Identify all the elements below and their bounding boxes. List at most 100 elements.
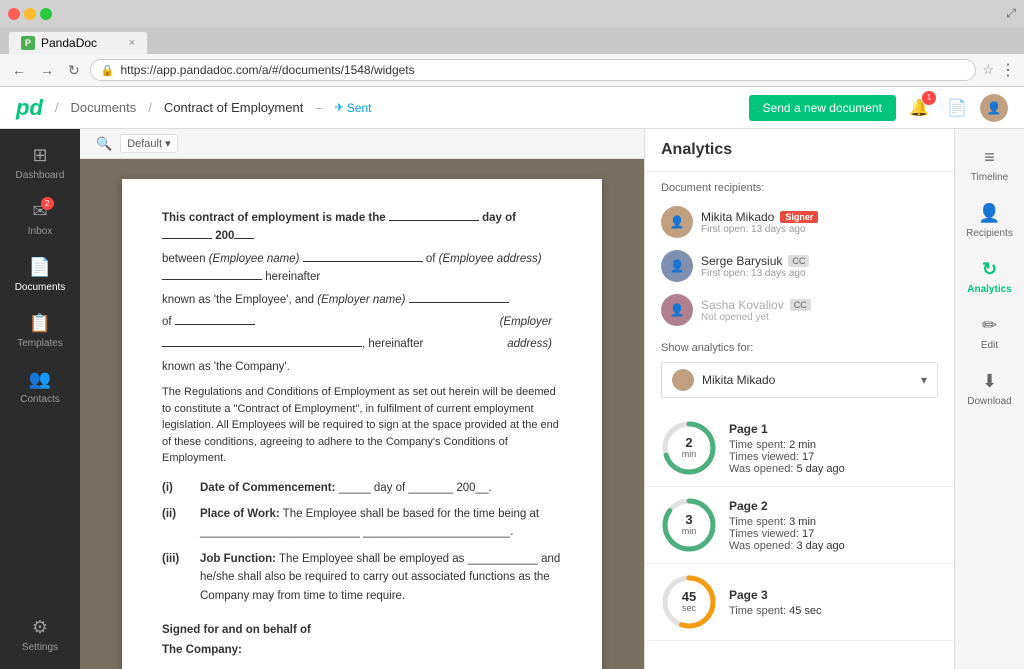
show-analytics-label: Show analytics for: [645,332,954,358]
page-card-2: 3 min Page 2 Time spent: 3 min Times vie… [645,487,954,564]
maximize-dot[interactable] [40,8,52,20]
analytics-title: Analytics [645,129,954,172]
sidebar-contacts-label: Contacts [20,394,59,405]
notification-wrapper: 🔔 1 [904,93,934,123]
recipients-icon: 👤 [978,203,1000,224]
timeline-icon: ≡ [984,147,995,168]
analytics-icon: ↻ [982,259,997,280]
page-card-1: 2 min Page 1 Time spent: 2 min Times vie… [645,410,954,487]
url-bar[interactable]: 🔒 https://app.pandadoc.com/a/#/documents… [90,59,977,81]
page-1-time-spent: Time spent: 2 min [729,439,938,451]
zoom-dropdown[interactable]: Default ▾ [120,134,177,153]
app-logo: pd [16,95,43,121]
page-1-value: 2 min [682,436,697,460]
notification-count-badge: 1 [922,91,936,105]
page-2-name: Page 2 [729,499,938,513]
sidebar-item-contacts[interactable]: 👥 Contacts [0,361,80,413]
sent-status-badge[interactable]: Sent [335,101,372,115]
recipient-avatar-2: 👤 [661,250,693,282]
recipient-item-3: 👤 Sasha Kovaliov CC Not opened yet [645,288,954,332]
download-icon: ⬇ [982,371,997,392]
contract-employee-text: known as 'the Employee', and (Employer n… [162,291,562,309]
active-tab[interactable]: P PandaDoc × [8,31,148,54]
document-toolbar: 🔍 Default ▾ [80,129,644,159]
forward-button[interactable]: → [36,60,58,80]
right-sidebar-item-analytics[interactable]: ↻ Analytics [955,249,1024,305]
dropdown-selected-user: Mikita Mikado [702,373,913,387]
breadcrumb-documents-link[interactable]: Documents [71,100,137,115]
section-i-content: _____ day of _______ 200__. [339,482,492,494]
document-page: This contract of employment is made the … [122,179,602,669]
page-3-info: Page 3 Time spent: 45 sec [729,588,938,617]
page-3-name: Page 3 [729,588,938,602]
document-content-area: This contract of employment is made the … [80,159,644,669]
fullscreen-icon[interactable]: ⤢ [1006,6,1016,21]
breadcrumb-sep3: – [315,100,322,115]
breadcrumb-current-doc: Contract of Employment [164,100,303,115]
contract-between-text: between (Employee name) of (Employee add… [162,250,562,287]
recipient-info-1: Mikita Mikado Signer First open: 13 days… [701,210,938,235]
recipient-item-1: 👤 Mikita Mikado Signer First open: 13 da… [645,200,954,244]
reload-button[interactable]: ↻ [64,60,84,81]
document-icon-button[interactable]: 📄 [942,93,972,123]
sidebar-item-settings[interactable]: ⚙ Settings [0,609,80,661]
sidebar-templates-label: Templates [17,338,63,349]
sidebar-item-templates[interactable]: 📋 Templates [0,305,80,357]
contract-company-text: known as 'the Company'. [162,358,562,376]
tab-close-button[interactable]: × [129,37,135,49]
sidebar-item-documents[interactable]: 📄 Documents [0,249,80,301]
sidebar-item-inbox[interactable]: ✉ 2 Inbox [0,193,80,245]
analytics-user-dropdown[interactable]: Mikita Mikado ▾ [661,362,938,398]
recipient-name-1: Mikita Mikado Signer [701,210,938,224]
recipient-sub-3: Not opened yet [701,312,938,323]
sidebar-dashboard-label: Dashboard [16,170,65,181]
right-sidebar-item-recipients[interactable]: 👤 Recipients [955,193,1024,249]
recipient-info-2: Serge Barysiuk CC First open: 13 days ag… [701,254,938,279]
templates-icon: 📋 [29,313,51,334]
breadcrumb-sep1: / [55,100,59,115]
sidebar-inbox-label: Inbox [28,226,52,237]
page-2-time-spent: Time spent: 3 min [729,516,938,528]
breadcrumb-sep2: / [148,100,152,115]
contract-regulations-text: The Regulations and Conditions of Employ… [162,384,562,467]
analytics-panel: Analytics Document recipients: 👤 Mikita … [644,129,954,669]
edit-label: Edit [981,340,998,351]
right-sidebar-item-edit[interactable]: ✏ Edit [955,305,1024,361]
sidebar-item-dashboard[interactable]: ⊞ Dashboard [0,137,80,189]
main-layout: ⊞ Dashboard ✉ 2 Inbox 📄 Documents 📋 Temp… [0,129,1024,669]
page-2-value: 3 min [682,513,697,537]
right-sidebar-item-timeline[interactable]: ≡ Timeline [955,137,1024,193]
contract-employer-text: of (Employer [162,313,562,331]
browser-menu-button[interactable]: ⋮ [1000,60,1016,80]
page-2-was-opened: Was opened: 3 day ago [729,540,938,552]
back-button[interactable]: ← [8,60,30,80]
ssl-lock-icon: 🔒 [101,64,115,77]
page-card-3: 45 sec Page 3 Time spent: 45 sec [645,564,954,641]
page-cards-container: 2 min Page 1 Time spent: 2 min Times vie… [645,410,954,641]
app-header: pd / Documents / Contract of Employment … [0,87,1024,129]
bookmark-star-icon[interactable]: ☆ [982,62,994,78]
edit-icon: ✏ [982,315,997,336]
sent-label: Sent [347,101,372,115]
contract-section-ii: (ii) Place of Work: The Employee shall b… [162,505,562,542]
dropdown-avatar [672,369,694,391]
window-controls [8,8,52,20]
recipient-name-2: Serge Barysiuk CC [701,254,938,268]
sign-on-behalf-text: Signed for and on behalf of [162,621,562,639]
right-sidebar-item-download[interactable]: ⬇ Download [955,361,1024,417]
left-sidebar: ⊞ Dashboard ✉ 2 Inbox 📄 Documents 📋 Temp… [0,129,80,669]
minimize-dot[interactable] [24,8,36,20]
cc-badge-3: CC [790,299,811,311]
browser-window: ⤢ P PandaDoc × ← → ↻ 🔒 https://app.panda… [0,0,1024,658]
page-1-info: Page 1 Time spent: 2 min Times viewed: 1… [729,422,938,475]
user-avatar[interactable]: 👤 [980,94,1008,122]
close-dot[interactable] [8,8,20,20]
zoom-label: Default [127,138,162,150]
inbox-count-badge: 2 [41,197,54,210]
page-2-info: Page 2 Time spent: 3 min Times viewed: 1… [729,499,938,552]
signer-badge-1: Signer [780,211,818,223]
send-new-document-button[interactable]: Send a new document [749,95,896,121]
recipient-avatar-3: 👤 [661,294,693,326]
document-area: 🔍 Default ▾ This contract of employment … [80,129,644,669]
contract-section-iii: (iii) Job Function: The Employee shall b… [162,550,562,605]
